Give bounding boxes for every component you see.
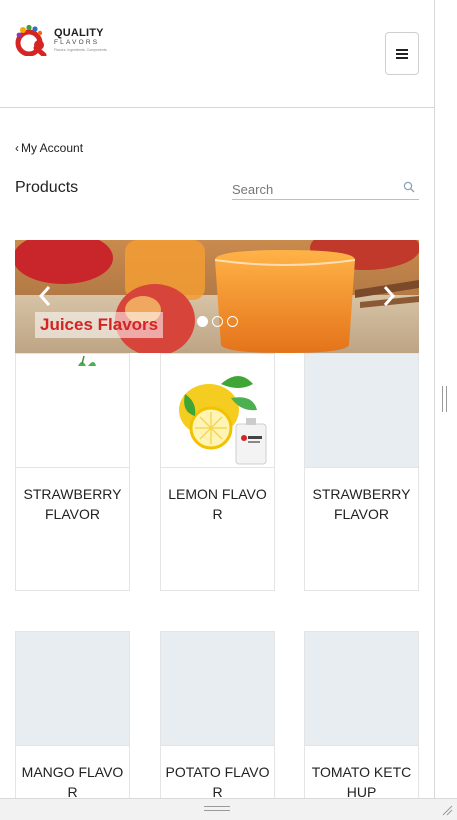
menu-toggle-button[interactable]	[385, 32, 419, 75]
product-name: TOMATO KETCHUP	[311, 764, 412, 798]
product-name: POTATO FLAVOR	[165, 764, 270, 798]
product-card[interactable]: POTATO FLAVOR	[160, 631, 275, 798]
search-box	[232, 179, 419, 200]
carousel-indicators	[197, 316, 238, 327]
vertical-scrollbar[interactable]	[434, 0, 457, 798]
product-image-placeholder	[16, 632, 129, 746]
product-name: STRAWBERRY FLAVOR	[23, 486, 122, 522]
brand-wordmark: QUALITY FLAVORS Flavors. Ingredients. Co…	[54, 28, 108, 52]
product-card[interactable]: TOMATO KETCHUP	[304, 631, 419, 798]
search-input[interactable]	[232, 179, 397, 199]
carousel-indicator-2[interactable]	[212, 316, 223, 327]
scrollbar-grip-icon[interactable]	[442, 386, 447, 412]
carousel-indicator-3[interactable]	[227, 316, 238, 327]
product-name: LEMON FLAVOR	[168, 486, 267, 522]
product-image-placeholder	[305, 354, 418, 468]
brand-subname: FLAVORS	[54, 39, 100, 46]
brand-tagline: Flavors. Ingredients. Components.	[54, 47, 108, 52]
brand-logo[interactable]: QUALITY FLAVORS Flavors. Ingredients. Co…	[15, 24, 110, 58]
page-viewport: QUALITY FLAVORS Flavors. Ingredients. Co…	[0, 0, 434, 798]
site-header: QUALITY FLAVORS Flavors. Ingredients. Co…	[0, 0, 434, 108]
search-icon[interactable]	[403, 181, 415, 193]
page-title: Products	[15, 179, 79, 196]
carousel-indicator-1[interactable]	[197, 316, 208, 327]
resize-corner-icon[interactable]	[441, 804, 453, 816]
lemon-product-image	[179, 376, 267, 465]
product-card[interactable]: STRAWBERRY FLAVOR	[15, 353, 130, 591]
product-name: STRAWBERRY FLAVOR	[312, 486, 411, 522]
back-link-label: My Account	[21, 141, 84, 155]
product-card[interactable]: MANGO FLAVOR	[15, 631, 130, 798]
back-to-account-link[interactable]: ‹ My Account	[15, 141, 83, 155]
brand-name: QUALITY	[54, 27, 104, 39]
promo-carousel: Juices Flavors	[15, 240, 419, 353]
resize-grip-icon[interactable]	[204, 806, 230, 811]
quality-flavors-logo-icon	[15, 24, 49, 58]
product-image	[16, 354, 129, 468]
carousel-caption: Juices Flavors	[35, 312, 164, 338]
hamburger-menu-icon	[396, 48, 408, 59]
product-card[interactable]: LEMON FLAVOR	[160, 353, 275, 591]
chevron-left-icon: ‹	[15, 141, 19, 155]
carousel-next-arrow-icon[interactable]	[381, 284, 397, 308]
strawberry-leaf-image	[78, 355, 96, 366]
product-image-placeholder	[305, 632, 418, 746]
product-card[interactable]: STRAWBERRY FLAVOR	[304, 353, 419, 591]
product-image-placeholder	[161, 632, 274, 746]
product-image	[161, 354, 274, 468]
carousel-prev-arrow-icon[interactable]	[37, 284, 53, 308]
product-name: MANGO FLAVOR	[21, 764, 124, 798]
bottom-resize-bar[interactable]	[0, 798, 457, 820]
